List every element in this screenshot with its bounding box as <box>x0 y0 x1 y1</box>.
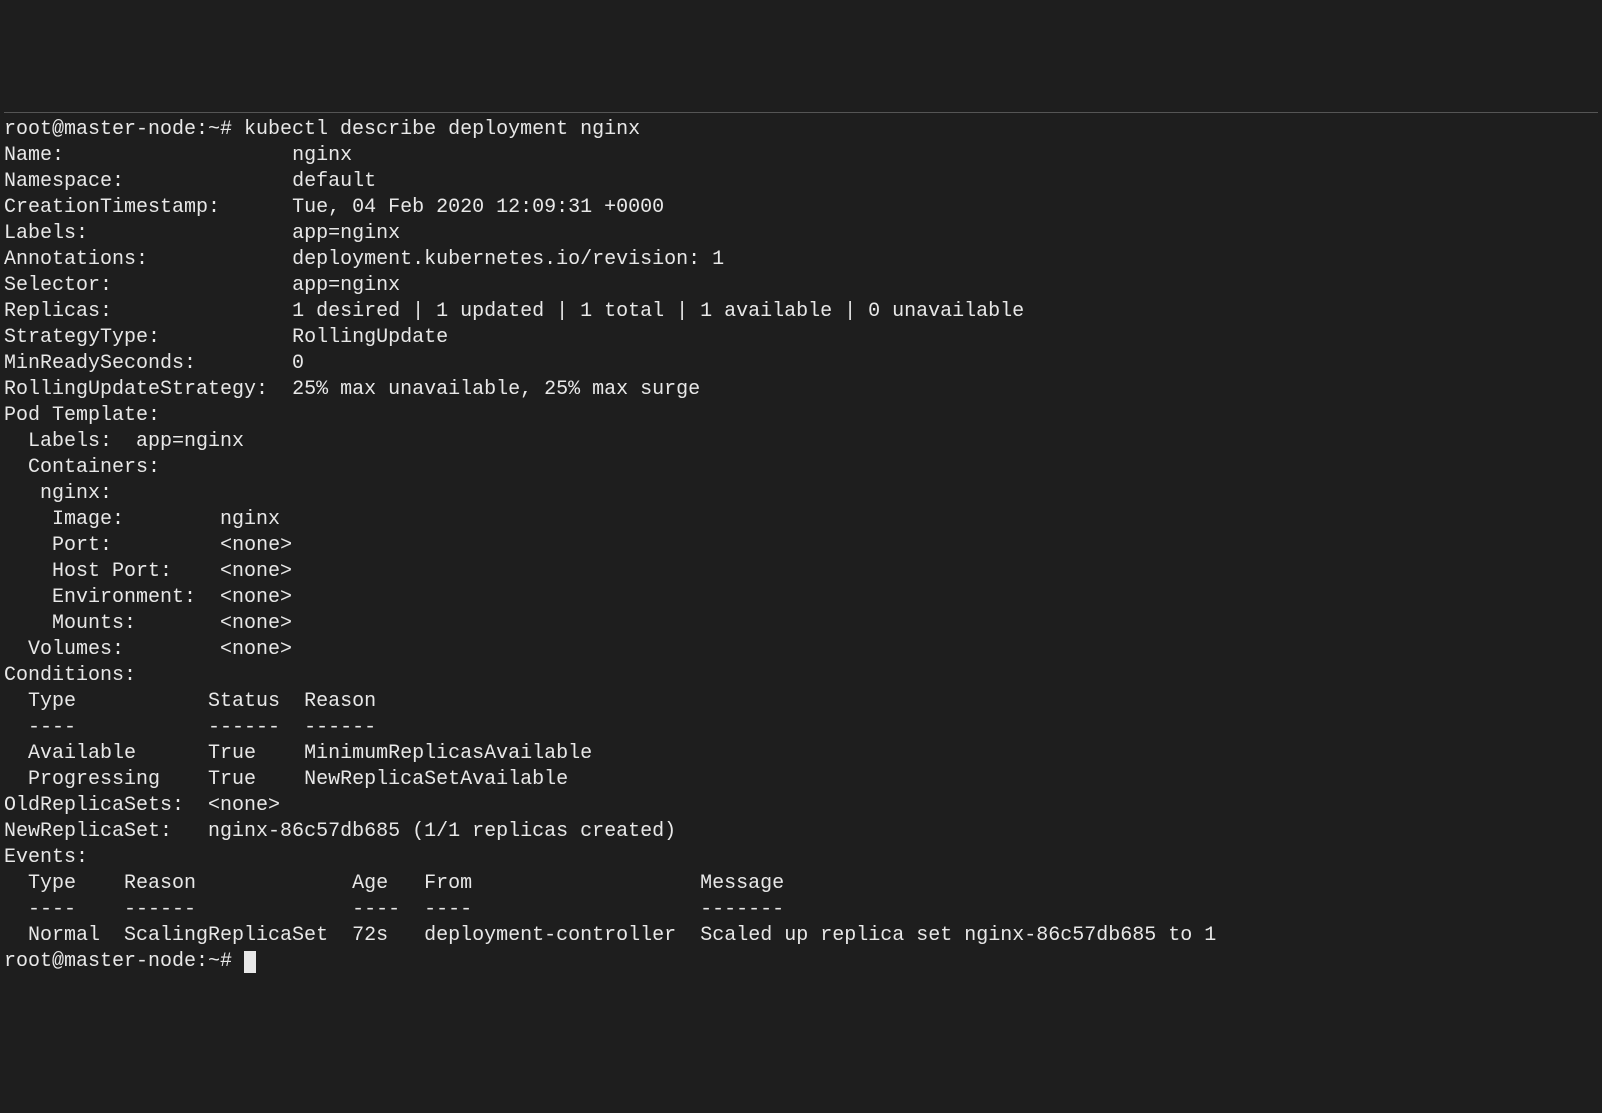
container-image: Image: nginx <box>4 507 1598 533</box>
field-annotations: Annotations: deployment.kubernetes.io/re… <box>4 247 1598 273</box>
conditions-header: Conditions: <box>4 663 1598 689</box>
container-mounts: Mounts: <none> <box>4 611 1598 637</box>
volumes: Volumes: <none> <box>4 637 1598 663</box>
terminal-output[interactable]: root@master-node:~# kubectl describe dep… <box>4 112 1598 975</box>
new-replicaset: NewReplicaSet: nginx-86c57db685 (1/1 rep… <box>4 819 1598 845</box>
pod-template-labels: Labels: app=nginx <box>4 429 1598 455</box>
field-replicas: Replicas: 1 desired | 1 updated | 1 tota… <box>4 299 1598 325</box>
cursor <box>244 951 256 973</box>
field-labels: Labels: app=nginx <box>4 221 1598 247</box>
container-env: Environment: <none> <box>4 585 1598 611</box>
conditions-columns: Type Status Reason <box>4 689 1598 715</box>
field-namespace: Namespace: default <box>4 169 1598 195</box>
command-line: root@master-node:~# kubectl describe dep… <box>4 117 1598 143</box>
field-minready: MinReadySeconds: 0 <box>4 351 1598 377</box>
field-name: Name: nginx <box>4 143 1598 169</box>
container-hostport: Host Port: <none> <box>4 559 1598 585</box>
field-selector: Selector: app=nginx <box>4 273 1598 299</box>
condition-available: Available True MinimumReplicasAvailable <box>4 741 1598 767</box>
prompt-line[interactable]: root@master-node:~# <box>4 949 1598 975</box>
field-strategy: StrategyType: RollingUpdate <box>4 325 1598 351</box>
events-header: Events: <box>4 845 1598 871</box>
field-creation: CreationTimestamp: Tue, 04 Feb 2020 12:0… <box>4 195 1598 221</box>
condition-progressing: Progressing True NewReplicaSetAvailable <box>4 767 1598 793</box>
event-row: Normal ScalingReplicaSet 72s deployment-… <box>4 923 1598 949</box>
pod-template-containers: Containers: <box>4 455 1598 481</box>
field-rolling: RollingUpdateStrategy: 25% max unavailab… <box>4 377 1598 403</box>
container-port: Port: <none> <box>4 533 1598 559</box>
container-name: nginx: <box>4 481 1598 507</box>
pod-template-header: Pod Template: <box>4 403 1598 429</box>
prompt-text: root@master-node:~# <box>4 950 244 973</box>
events-dashes: ---- ------ ---- ---- ------- <box>4 897 1598 923</box>
conditions-dashes: ---- ------ ------ <box>4 715 1598 741</box>
events-columns: Type Reason Age From Message <box>4 871 1598 897</box>
old-replicasets: OldReplicaSets: <none> <box>4 793 1598 819</box>
